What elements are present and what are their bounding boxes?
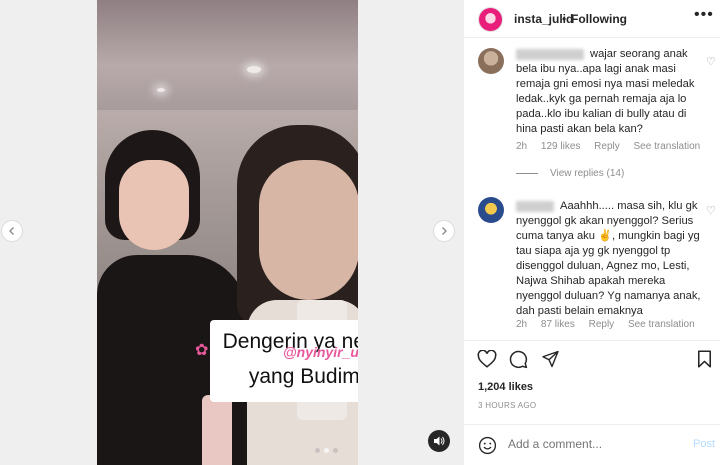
like-comment-icon[interactable]: ♡ (706, 55, 716, 68)
carousel-dot (315, 448, 320, 453)
ceiling-light (247, 66, 261, 73)
chevron-left-icon (9, 227, 14, 235)
see-translation-link[interactable]: See translation (634, 141, 701, 152)
following-button[interactable]: Following (571, 12, 627, 26)
product-bottle (202, 395, 232, 465)
comment-text: Aaahhh..... masa sih, klu gk nyenggol gk… (516, 200, 701, 317)
person-right-face (259, 160, 358, 300)
media-pane: Dengerin ya netizen yang Budiman ✿ @nyin… (0, 0, 463, 465)
comments-list: wajar seorang anak bela ibu nya..apa lag… (464, 40, 720, 340)
video-ceiling (97, 0, 358, 110)
reply-button[interactable]: Reply (589, 319, 615, 330)
prev-slide-button[interactable] (1, 220, 23, 242)
avatar[interactable] (478, 48, 504, 74)
see-translation-link[interactable]: See translation (628, 319, 695, 330)
comment-text: wajar seorang anak bela ibu nya..apa lag… (516, 48, 695, 135)
audio-toggle-button[interactable] (428, 430, 450, 452)
heart-icon[interactable] (477, 350, 497, 368)
carousel-dots (315, 448, 338, 453)
like-comment-icon[interactable]: ♡ (706, 204, 716, 217)
post-actions (464, 340, 720, 374)
comment-input[interactable] (508, 437, 678, 451)
comment-icon[interactable] (509, 350, 528, 369)
post-timestamp: 3 HOURS AGO (478, 401, 537, 410)
reply-button[interactable]: Reply (594, 141, 620, 152)
emoji-icon[interactable] (478, 436, 497, 455)
next-slide-button[interactable] (433, 220, 455, 242)
speaker-icon (434, 436, 445, 446)
header-separator: • (562, 12, 567, 26)
comment-likes[interactable]: 87 likes (541, 319, 575, 330)
post-header: insta_julid • Following ••• (464, 0, 720, 38)
comment-likes[interactable]: 129 likes (541, 141, 580, 152)
share-icon[interactable] (541, 350, 560, 368)
post-sidebar: insta_julid • Following ••• wajar seoran… (463, 0, 720, 465)
comment-time: 2h (516, 141, 528, 152)
likes-count[interactable]: 1,204 likes (478, 381, 533, 393)
watermark-text: @nyinyir_update_official (283, 344, 358, 360)
more-options-icon[interactable]: ••• (694, 6, 714, 24)
person-left-face (119, 160, 189, 250)
avatar[interactable] (478, 7, 503, 32)
video-caption: Dengerin ya netizen yang Budiman (210, 320, 358, 402)
comment-composer: Post (464, 424, 720, 465)
view-replies-button[interactable]: View replies (14) (516, 168, 624, 179)
post-comment-button[interactable]: Post (693, 438, 715, 450)
comment-time: 2h (516, 319, 528, 330)
watermark-icon: ✿ (195, 342, 209, 359)
chevron-right-icon (442, 227, 447, 235)
comment-meta: 2h 129 likes Reply See translation (516, 141, 711, 152)
instagram-post-modal: Dengerin ya netizen yang Budiman ✿ @nyin… (0, 0, 720, 465)
carousel-dot (333, 448, 338, 453)
caption-line-2: yang Budiman (248, 365, 358, 388)
replies-divider (516, 173, 538, 174)
video-player[interactable]: Dengerin ya netizen yang Budiman ✿ @nyin… (97, 0, 358, 465)
carousel-dot-active (324, 448, 329, 453)
avatar[interactable] (478, 197, 504, 223)
ceiling-light (157, 88, 165, 92)
bookmark-icon[interactable] (697, 350, 712, 368)
comment-meta: 2h 87 likes Reply See translation (516, 319, 706, 330)
view-replies-label[interactable]: View replies (14) (550, 168, 624, 179)
